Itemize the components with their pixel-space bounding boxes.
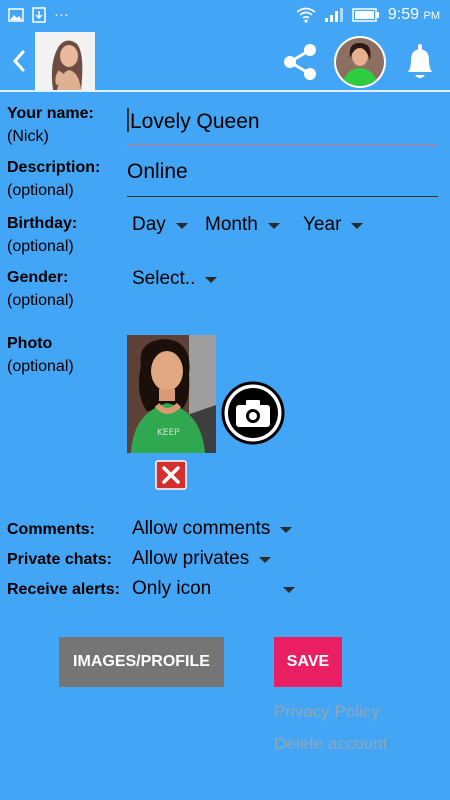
gender-caret-icon (205, 276, 218, 283)
receive-alerts-caret-icon (283, 586, 296, 593)
chat-thumbnail[interactable] (35, 32, 95, 90)
description-value: Online (127, 160, 188, 183)
day-dropdown[interactable]: Day (132, 214, 188, 236)
delete-photo-icon[interactable] (155, 460, 187, 490)
more-notifications-indicator: ··· (54, 6, 69, 23)
receive-alerts-dropdown[interactable]: Only icon (132, 578, 296, 600)
month-caret-icon (267, 222, 280, 229)
private-chats-dropdown[interactable]: Allow privates (132, 548, 272, 570)
save-button[interactable]: SAVE (274, 637, 342, 687)
description-field[interactable]: Online (127, 160, 438, 200)
description-underline (127, 196, 438, 197)
gender-label: Gender: (optional) (7, 269, 74, 309)
signal-icon (324, 8, 343, 22)
name-underline (127, 144, 438, 145)
private-chats-caret-icon (259, 556, 272, 563)
comments-label: Comments: (7, 521, 96, 538)
gender-dropdown[interactable]: Select.. (132, 268, 218, 290)
clock: 9:59 PM (387, 6, 440, 23)
privacy-policy-link[interactable]: Privacy Policy (274, 702, 380, 722)
status-bar: ··· 9:59 PM (0, 0, 450, 32)
text-cursor (127, 108, 129, 132)
comments-caret-icon (280, 526, 293, 533)
birthday-label: Birthday: (optional) (7, 215, 78, 255)
battery-icon (352, 8, 379, 22)
private-chats-label: Private chats: (7, 551, 112, 568)
images-profile-button[interactable]: IMAGES/PROFILE (59, 637, 224, 687)
year-caret-icon (351, 222, 364, 229)
comments-dropdown[interactable]: Allow comments (132, 518, 293, 540)
receive-alerts-label: Receive alerts: (7, 581, 120, 598)
app-bar-divider (0, 90, 450, 92)
download-notification-icon (32, 6, 46, 23)
description-label: Description: (optional) (7, 159, 101, 199)
svg-text:KEEP: KEEP (157, 428, 180, 438)
name-label: Your name: (Nick) (7, 105, 94, 145)
profile-avatar[interactable] (334, 36, 386, 88)
month-dropdown[interactable]: Month (205, 214, 280, 236)
wifi-icon (296, 7, 316, 23)
gallery-notification-icon (8, 7, 24, 22)
name-value: Lovely Queen (130, 110, 260, 133)
photo-label: Photo (optional) (7, 335, 74, 375)
share-icon[interactable] (278, 40, 322, 84)
day-caret-icon (175, 222, 188, 229)
delete-account-link[interactable]: Delete account (274, 734, 387, 754)
app-bar (0, 32, 450, 90)
camera-icon[interactable] (221, 381, 285, 445)
year-dropdown[interactable]: Year (303, 214, 364, 236)
back-arrow-icon[interactable] (8, 46, 30, 76)
name-field[interactable]: Lovely Queen (127, 108, 438, 148)
profile-photo[interactable]: KEEP (127, 335, 216, 453)
notifications-bell-icon[interactable] (400, 40, 440, 84)
